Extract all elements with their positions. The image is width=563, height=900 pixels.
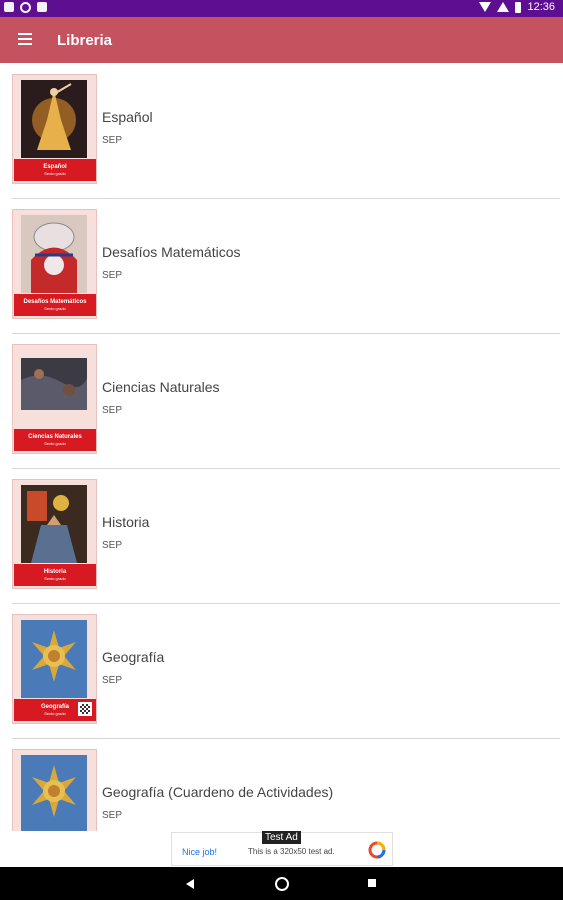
book-cover: Español Sexto grado bbox=[12, 74, 97, 184]
book-item-ciencias-naturales[interactable]: Ciencias Naturales Sexto grado Ciencias … bbox=[12, 333, 560, 469]
banner-ad[interactable]: Test Ad Nice job! This is a 320x50 test … bbox=[171, 831, 393, 866]
book-item-geografia-cuaderno[interactable]: Geografía (Cuardeno de Actividades) SEP bbox=[12, 738, 560, 831]
book-author: SEP bbox=[102, 405, 123, 416]
menu-button[interactable] bbox=[16, 31, 36, 49]
cover-image bbox=[21, 755, 87, 831]
app-bar: Libreria bbox=[0, 17, 563, 63]
cover-band: Geografía Sexto grado bbox=[14, 699, 96, 721]
book-list[interactable]: Español Sexto grado Español SEP Desafíos… bbox=[0, 63, 563, 831]
book-cover bbox=[12, 749, 97, 831]
cover-subtitle: Sexto grado bbox=[44, 306, 66, 311]
book-title: Español bbox=[102, 109, 153, 125]
ad-body: This is a 320x50 test ad. bbox=[248, 847, 335, 856]
cover-title: Desafíos Matemáticos bbox=[23, 299, 87, 305]
clock: 12:36 bbox=[527, 1, 555, 13]
book-item-desafios-matematicos[interactable]: Desafíos Matemáticos Sexto grado Desafío… bbox=[12, 198, 560, 334]
cover-band: Historia Sexto grado bbox=[14, 564, 96, 586]
navigation-bar bbox=[0, 867, 563, 900]
book-author: SEP bbox=[102, 270, 123, 281]
book-title: Ciencias Naturales bbox=[102, 379, 220, 395]
cover-subtitle: Sexto grado bbox=[44, 171, 66, 176]
ad-badge: Test Ad bbox=[262, 831, 301, 844]
sync-icon bbox=[20, 2, 31, 13]
hamburger-line bbox=[18, 43, 32, 45]
system-icons: 12:36 bbox=[479, 1, 555, 13]
book-cover: Ciencias Naturales Sexto grado bbox=[12, 344, 97, 454]
book-title: Geografía (Cuardeno de Actividades) bbox=[102, 784, 334, 800]
cover-image bbox=[21, 80, 87, 158]
book-title: Desafíos Matemáticos bbox=[102, 244, 241, 260]
book-cover: Geografía Sexto grado bbox=[12, 614, 97, 724]
home-icon[interactable] bbox=[275, 877, 289, 891]
book-cover: Historia Sexto grado bbox=[12, 479, 97, 589]
cover-subtitle: Sexto grado bbox=[44, 576, 66, 581]
notification-icon bbox=[4, 2, 14, 12]
cover-image bbox=[21, 350, 87, 428]
status-bar: 12:36 bbox=[0, 0, 563, 17]
cover-band: Desafíos Matemáticos Sexto grado bbox=[14, 294, 96, 316]
cover-image bbox=[21, 215, 87, 293]
battery-icon bbox=[515, 1, 522, 13]
hamburger-line bbox=[18, 38, 32, 40]
book-item-geografia[interactable]: Geografía Sexto grado Geografía SEP bbox=[12, 603, 560, 739]
cover-title: Español bbox=[43, 164, 67, 170]
sd-card-icon bbox=[37, 2, 47, 12]
qr-code-icon bbox=[78, 702, 92, 716]
book-author: SEP bbox=[102, 135, 123, 146]
cover-band: Ciencias Naturales Sexto grado bbox=[14, 429, 96, 451]
cover-title: Ciencias Naturales bbox=[28, 434, 82, 440]
book-author: SEP bbox=[102, 810, 123, 821]
recent-apps-icon[interactable] bbox=[368, 879, 376, 887]
book-cover: Desafíos Matemáticos Sexto grado bbox=[12, 209, 97, 319]
signal-icon bbox=[497, 2, 510, 12]
book-item-historia[interactable]: Historia Sexto grado Historia SEP bbox=[12, 468, 560, 604]
book-author: SEP bbox=[102, 540, 123, 551]
cover-image bbox=[21, 620, 87, 698]
cover-title: Historia bbox=[43, 569, 67, 575]
cover-band: Español Sexto grado bbox=[14, 159, 96, 181]
book-item-espanol[interactable]: Español Sexto grado Español SEP bbox=[12, 63, 560, 199]
notification-icons bbox=[4, 2, 47, 13]
book-author: SEP bbox=[102, 675, 123, 686]
cover-image bbox=[21, 485, 87, 563]
app-title: Libreria bbox=[57, 32, 113, 49]
ad-logo-icon[interactable] bbox=[368, 841, 386, 859]
book-title: Historia bbox=[102, 514, 150, 530]
wifi-icon bbox=[479, 2, 492, 12]
back-icon[interactable] bbox=[186, 879, 194, 889]
hamburger-icon bbox=[18, 33, 32, 35]
ad-headline[interactable]: Nice job! bbox=[182, 847, 217, 857]
cover-subtitle: Sexto grado bbox=[44, 441, 66, 446]
book-title: Geografía bbox=[102, 649, 165, 665]
